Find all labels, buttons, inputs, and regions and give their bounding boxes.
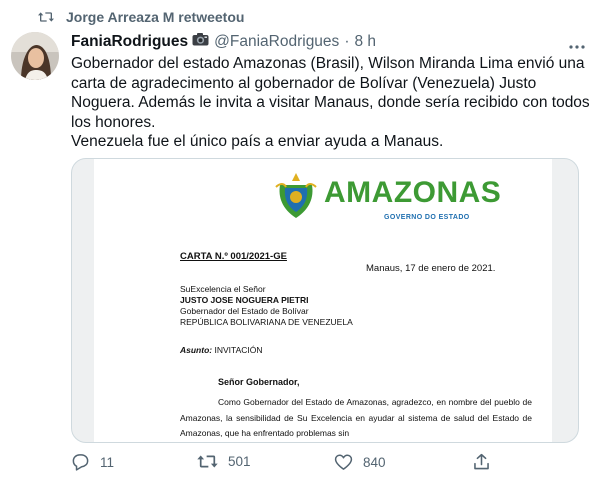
timestamp[interactable]: 8 h [354,33,376,51]
retweet-context[interactable]: Jorge Arreaza M retweetou [38,9,244,25]
retweet-icon [38,10,54,24]
tweet-header: FaniaRodrigues @FaniaRodrigues · 8 h [71,32,376,51]
reply-button[interactable]: 11 [71,453,114,471]
tweet-text: Gobernador del estado Amazonas (Brasil),… [71,54,591,152]
subject-label: Asunto: [180,345,213,355]
more-icon[interactable] [568,37,586,55]
recipient-role: Gobernador del Estado de Bolívar [180,306,309,316]
tweet-paragraph: Venezuela fue el único país a enviar ayu… [71,133,444,150]
retweet-button[interactable]: 501 [197,453,251,470]
subject-value: INVITACIÓN [212,345,263,355]
reply-count: 11 [100,454,115,470]
separator-dot: · [344,32,350,50]
document-salutation: SuExcelencia el Señor [180,284,266,294]
author-handle[interactable]: @FaniaRodrigues [214,33,339,51]
amazonas-coat-of-arms-icon [274,171,318,226]
document-page: AMAZONAS GOVERNO DO ESTADO CARTA N.º 001… [94,159,552,442]
author-name[interactable]: FaniaRodrigues [71,33,188,51]
document-reference: CARTA N.º 001/2021-GE [180,251,287,262]
document-body-paragraph: Como Gobernador del Estado de Amazonas, … [180,397,532,438]
avatar[interactable] [11,32,59,80]
document-greeting: Señor Gobernador, [218,377,300,387]
like-button[interactable]: 840 [334,453,386,471]
document-subject: Asunto: INVITACIÓN [180,345,262,355]
recipient-country: REPÚBLICA BOLIVARIANA DE VENEZUELA [180,317,353,327]
retweet-label[interactable]: Jorge Arreaza M retweetou [66,9,244,25]
logo-subtitle: GOVERNO DO ESTADO [384,214,470,221]
action-bar: 11 501 840 [71,453,511,477]
like-count: 840 [363,454,386,470]
reply-icon [71,453,90,471]
camera-icon [192,32,209,51]
tweet[interactable]: Jorge Arreaza M retweetou FaniaRodrigues… [0,0,606,493]
retweet-count: 501 [228,454,251,469]
media-image[interactable]: AMAZONAS GOVERNO DO ESTADO CARTA N.º 001… [71,158,579,443]
document-date: Manaus, 17 de enero de 2021. [366,263,496,274]
heart-icon [334,453,353,471]
document-body: Como Gobernador del Estado de Amazonas, … [180,395,532,442]
logo-title: AMAZONAS [324,176,502,209]
share-icon [473,453,490,471]
retweet-icon [197,453,218,470]
recipient-name: JUSTO JOSE NOGUERA PIETRI [180,295,309,305]
share-button[interactable] [473,453,490,471]
tweet-paragraph: Gobernador del estado Amazonas (Brasil),… [71,55,590,131]
